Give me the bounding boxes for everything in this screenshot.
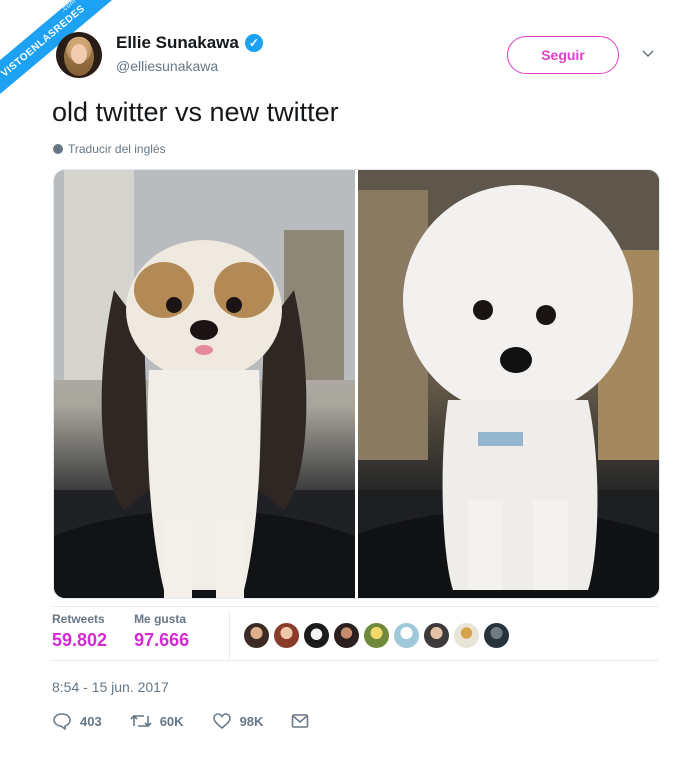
tweet-timestamp[interactable]: 8:54 - 15 jun. 2017 [52,679,169,695]
liker-avatar[interactable] [363,622,390,649]
tweet-text: old twitter vs new twitter [52,97,339,127]
liker-avatar[interactable] [423,622,450,649]
follow-button[interactable]: Seguir [507,36,619,74]
likes-label: Me gusta [134,612,187,626]
retweet-count: 60K [159,713,184,729]
dog-illustration-right [358,170,659,598]
liker-avatar[interactable] [453,622,480,649]
retweets-label: Retweets [52,612,105,626]
author-handle[interactable]: @elliesunakawa [116,58,218,74]
like-button[interactable]: 98K [212,712,264,730]
liker-avatar[interactable] [273,622,300,649]
liker-avatar[interactable] [243,622,270,649]
stats-divider [229,612,230,660]
reply-count: 403 [80,713,102,729]
translate-link[interactable]: Traducir del inglés [53,142,166,156]
tweet-actions: 403 60K 98K [52,712,309,730]
author-name[interactable]: Ellie Sunakawa [116,33,239,53]
chevron-down-icon[interactable] [640,46,656,62]
dm-icon [292,714,309,728]
liker-avatar[interactable] [393,622,420,649]
liker-avatars [243,622,510,649]
liker-avatar[interactable] [303,622,330,649]
likes-value: 97.666 [134,630,190,650]
reply-button[interactable]: 403 [52,712,102,730]
liker-avatar[interactable] [483,622,510,649]
retweets-stat[interactable]: Retweets 59.802 [52,612,107,651]
tweet-media[interactable] [53,169,660,599]
verified-badge-icon: ✓ [244,34,263,52]
retweets-value: 59.802 [52,630,108,650]
retweet-button[interactable]: 60K [130,712,184,730]
avatar[interactable] [56,32,102,78]
retweet-icon [130,714,152,728]
dog-illustration-left [54,170,355,598]
dm-button[interactable] [291,713,309,729]
photo-shih-tzu[interactable] [54,170,355,598]
photo-bichon[interactable] [358,170,659,598]
liker-avatar[interactable] [333,622,360,649]
author-row: Ellie Sunakawa ✓ [116,33,263,53]
like-count: 98K [239,713,264,729]
globe-icon [53,144,63,154]
stats-bottom-divider [52,660,658,661]
translate-label: Traducir del inglés [68,142,166,156]
engagement-stats: Retweets 59.802 Me gusta 97.666 [52,612,189,651]
reply-icon [53,713,71,730]
likes-stat[interactable]: Me gusta 97.666 [134,612,189,651]
like-icon [212,713,231,729]
stats-top-divider [52,606,658,607]
